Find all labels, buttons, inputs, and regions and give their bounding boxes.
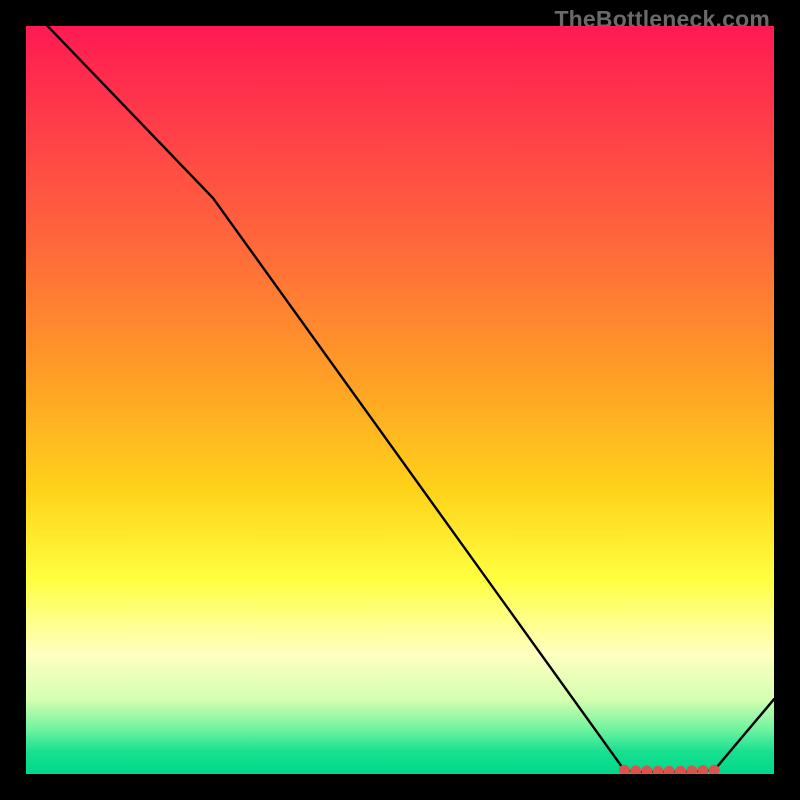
marker-dot: [630, 766, 641, 774]
marker-dot: [686, 766, 697, 774]
plot-area: [26, 26, 774, 774]
chart-svg: [26, 26, 774, 774]
chart-frame: TheBottleneck.com: [0, 0, 800, 800]
curve-line: [26, 26, 774, 772]
marker-dot: [641, 766, 652, 774]
marker-dot: [664, 766, 675, 774]
marker-dot: [675, 766, 686, 774]
marker-cluster: [619, 765, 720, 774]
marker-dot: [697, 765, 708, 774]
marker-dot: [653, 766, 664, 774]
